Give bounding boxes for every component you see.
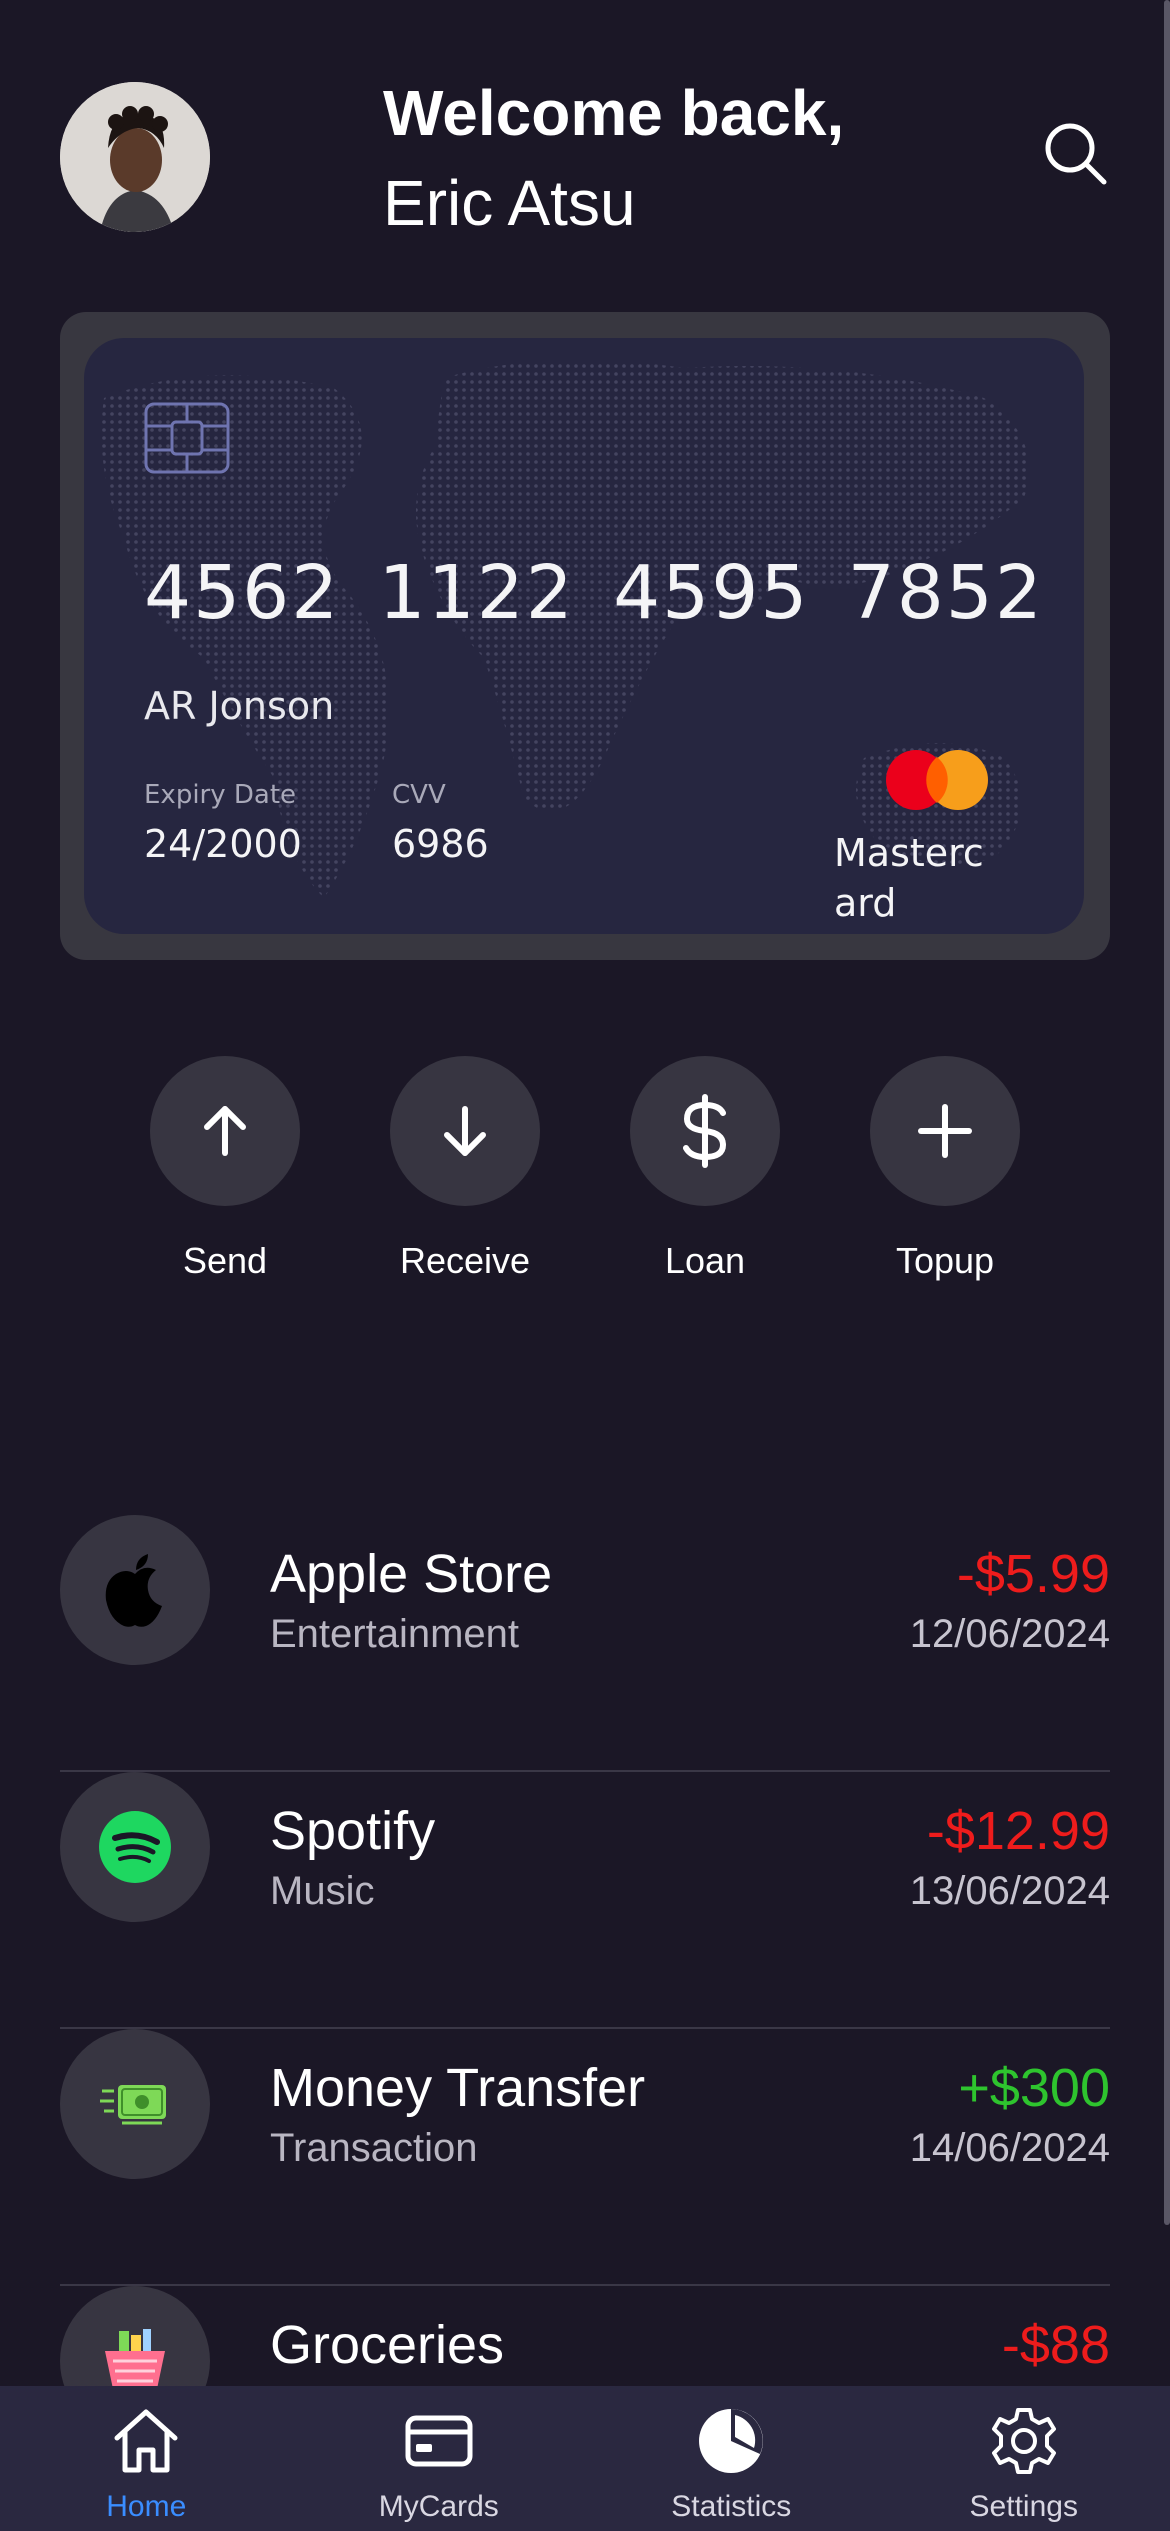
nav-mycards-label: MyCards [378, 2490, 499, 2523]
transaction-title: Groceries [270, 2315, 505, 2375]
send-circle[interactable] [150, 1056, 300, 1206]
transaction-title: Apple Store [270, 1544, 553, 1604]
transaction-amount: +$300 [958, 2058, 1110, 2118]
send-button[interactable]: Send [150, 1056, 300, 1282]
card-container[interactable]: 4562 1122 4595 7852 AR Jonson Expiry Dat… [60, 312, 1110, 960]
receive-button[interactable]: Receive [390, 1056, 540, 1282]
card-network-label: Mastercard [834, 831, 984, 925]
transaction-category: Entertainment [270, 1612, 520, 1656]
plus-icon [918, 1104, 972, 1158]
transaction-amount: -$12.99 [926, 1801, 1110, 1861]
transaction-amount: -$88 [1001, 2315, 1110, 2375]
scrollbar[interactable] [1164, 0, 1170, 2225]
expiry-label: Expiry Date [144, 780, 297, 810]
send-label: Send [182, 1240, 268, 1281]
transaction-row[interactable]: Spotify Music -$12.99 13/06/2024 [60, 1772, 1110, 2029]
avatar[interactable] [60, 82, 210, 232]
topup-circle[interactable] [870, 1056, 1020, 1206]
transaction-date: 14/06/2024 [909, 2126, 1110, 2170]
quick-actions: Send Receive Loan Topup [150, 1056, 1020, 1282]
arrow-down-icon [444, 1106, 486, 1156]
transaction-list: Apple Store Entertainment -$5.99 12/06/2… [60, 1515, 1110, 2531]
transaction-title: Money Transfer [270, 2058, 646, 2118]
nav-mycards[interactable]: MyCards [293, 2386, 586, 2531]
transaction-row[interactable]: Money Transfer Transaction +$300 14/06/2… [60, 2029, 1110, 2286]
transaction-amount: -$5.99 [956, 1544, 1110, 1604]
loan-label: Loan [664, 1240, 746, 1281]
bottom-navigation: Home MyCards Statistics Settings [0, 2386, 1170, 2531]
gear-icon [991, 2408, 1056, 2474]
transaction-category: Music [270, 1869, 375, 1913]
card-number-group: 7852 [847, 550, 1044, 636]
card-number: 4562 1122 4595 7852 [144, 550, 1044, 636]
card-number-group: 1122 [378, 550, 575, 636]
arrow-up-icon [204, 1106, 246, 1156]
transaction-icon-wrap [60, 2029, 210, 2179]
welcome-block: Welcome back, Eric Atsu [383, 70, 844, 250]
nav-statistics-label: Statistics [671, 2490, 792, 2523]
expiry-value: 24/2000 [144, 822, 302, 866]
welcome-heading: Welcome back, [383, 77, 845, 149]
card-number-group: 4562 [144, 550, 341, 636]
transaction-icon-wrap [60, 1772, 210, 1922]
user-name: Eric Atsu [383, 167, 636, 239]
nav-settings[interactable]: Settings [878, 2386, 1170, 2531]
receive-circle[interactable] [390, 1056, 540, 1206]
transaction-category: Transaction [270, 2126, 478, 2170]
card-holder-name: AR Jonson [144, 684, 335, 728]
search-button[interactable] [1040, 118, 1110, 188]
spotify-icon [99, 1811, 171, 1883]
card-chip-icon [144, 402, 230, 474]
mastercard-logo-icon [886, 750, 988, 810]
card-number-group: 4595 [613, 550, 810, 636]
topup-label: Topup [895, 1240, 995, 1281]
topup-button[interactable]: Topup [870, 1056, 1020, 1282]
card-icon [405, 2415, 473, 2467]
transaction-date: 12/06/2024 [909, 1612, 1110, 1656]
dollar-icon [683, 1094, 727, 1168]
search-icon [1045, 123, 1107, 185]
nav-statistics[interactable]: Statistics [585, 2386, 878, 2531]
transaction-icon-wrap [60, 1515, 210, 1665]
home-icon [114, 2409, 178, 2473]
credit-card[interactable]: 4562 1122 4595 7852 AR Jonson Expiry Dat… [84, 338, 1084, 934]
cvv-value: 6986 [392, 822, 489, 866]
apple-icon [105, 1554, 162, 1627]
transaction-title: Spotify [270, 1801, 436, 1861]
avatar-photo [60, 82, 210, 232]
cvv-label: CVV [392, 780, 446, 810]
nav-home[interactable]: Home [0, 2386, 293, 2531]
nav-home-label: Home [106, 2490, 187, 2523]
money-transfer-icon [100, 2085, 166, 2125]
transaction-date: 13/06/2024 [909, 1869, 1110, 1913]
pie-chart-icon [699, 2409, 764, 2473]
transaction-row[interactable]: Apple Store Entertainment -$5.99 12/06/2… [60, 1515, 1110, 1772]
loan-button[interactable]: Loan [630, 1056, 780, 1282]
receive-label: Receive [399, 1240, 531, 1281]
nav-settings-label: Settings [969, 2490, 1078, 2523]
loan-circle[interactable] [630, 1056, 780, 1206]
